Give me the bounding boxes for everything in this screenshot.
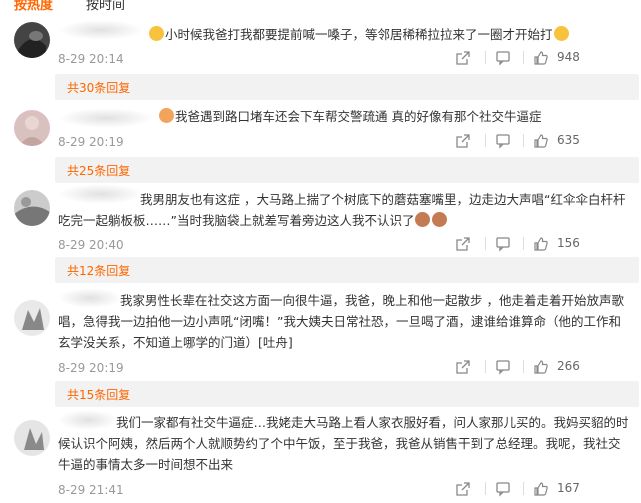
divider — [485, 237, 486, 250]
reply-count[interactable]: 共12条回复 — [67, 262, 130, 279]
blurred-username — [58, 20, 144, 40]
like-count: 266 — [557, 359, 580, 373]
tab-by-time[interactable]: 按时间 — [86, 0, 125, 13]
comment-actions: 948 — [456, 50, 629, 66]
divider — [523, 134, 524, 147]
timestamp: 8-29 20:40 — [58, 238, 124, 252]
comment-text: 我男朋友也有这症 ，大马路上揣了个树底下的蘑菇塞嘴里，边走边大声唱“红伞伞白杆杆… — [58, 192, 626, 228]
comment-actions: 266 — [456, 359, 629, 375]
reply-summary[interactable]: 共12条回复 — [55, 257, 639, 283]
share-icon[interactable] — [455, 481, 471, 497]
timestamp: 8-29 20:19 — [58, 135, 124, 149]
comment-actions: 167 — [456, 481, 629, 497]
like-count: 167 — [557, 481, 580, 495]
like-icon[interactable] — [533, 133, 549, 149]
share-icon[interactable] — [455, 50, 471, 66]
emoji-icon — [432, 212, 448, 227]
divider — [485, 360, 486, 373]
like-icon[interactable] — [533, 359, 549, 375]
divider — [523, 237, 524, 250]
reply-count[interactable]: 共30条回复 — [67, 79, 130, 96]
timestamp: 8-29 20:14 — [58, 52, 124, 66]
avatar[interactable] — [14, 300, 50, 336]
comment-actions: 635 — [456, 133, 629, 149]
comment-text: 小时候我爸打我都要提前喊一嗓子，等邻居稀稀拉拉来了一圈才开始打 — [148, 24, 631, 45]
emoji-icon — [149, 26, 164, 41]
like-icon[interactable] — [533, 50, 549, 66]
avatar[interactable] — [14, 110, 50, 146]
comment-actions: 156 — [456, 236, 629, 252]
like-count: 156 — [557, 236, 580, 250]
comment-text: 我们一家都有社交牛逼症…我姥走大马路上看人家衣服好看，问人家那儿买的。我妈买貂的… — [58, 415, 629, 472]
comment-icon[interactable] — [495, 133, 511, 149]
reply-count[interactable]: 共25条回复 — [67, 162, 130, 179]
divider — [523, 51, 524, 64]
comment-text: 我家男性长辈在社交这方面一向很牛逼，我爸，晚上和他一起散步 ，他走着走着开始放声… — [58, 293, 624, 350]
share-icon[interactable] — [455, 236, 471, 252]
like-icon[interactable] — [533, 481, 549, 497]
timestamp: 8-29 21:41 — [58, 483, 124, 497]
like-count: 635 — [557, 133, 580, 147]
like-icon[interactable] — [533, 236, 549, 252]
emoji-icon — [553, 26, 569, 41]
comment-icon[interactable] — [495, 359, 511, 375]
comment-icon[interactable] — [495, 50, 511, 66]
timestamp: 8-29 20:19 — [58, 361, 124, 375]
divider — [485, 134, 486, 147]
divider — [523, 482, 524, 495]
divider — [523, 360, 524, 373]
reply-summary[interactable]: 共25条回复 — [55, 157, 639, 183]
share-icon[interactable] — [455, 359, 471, 375]
reply-summary[interactable]: 共30条回复 — [55, 74, 639, 100]
comment-icon[interactable] — [495, 481, 511, 497]
avatar[interactable] — [14, 22, 50, 58]
reply-count[interactable]: 共15条回复 — [67, 386, 130, 403]
comment-icon[interactable] — [495, 236, 511, 252]
emoji-icon — [415, 212, 431, 227]
avatar[interactable] — [14, 420, 50, 456]
avatar[interactable] — [14, 190, 50, 226]
reply-summary[interactable]: 共15条回复 — [55, 381, 639, 407]
share-icon[interactable] — [455, 133, 471, 149]
divider — [485, 482, 486, 495]
like-count: 948 — [557, 50, 580, 64]
tab-by-heat[interactable]: 按热度 — [14, 0, 53, 13]
divider — [485, 51, 486, 64]
comment-text: 我爸遇到路口堵车还会下车帮交警疏通 真的好像有那个社交牛逼症 — [158, 106, 631, 127]
blurred-username — [58, 108, 154, 128]
emoji-icon — [159, 108, 174, 123]
